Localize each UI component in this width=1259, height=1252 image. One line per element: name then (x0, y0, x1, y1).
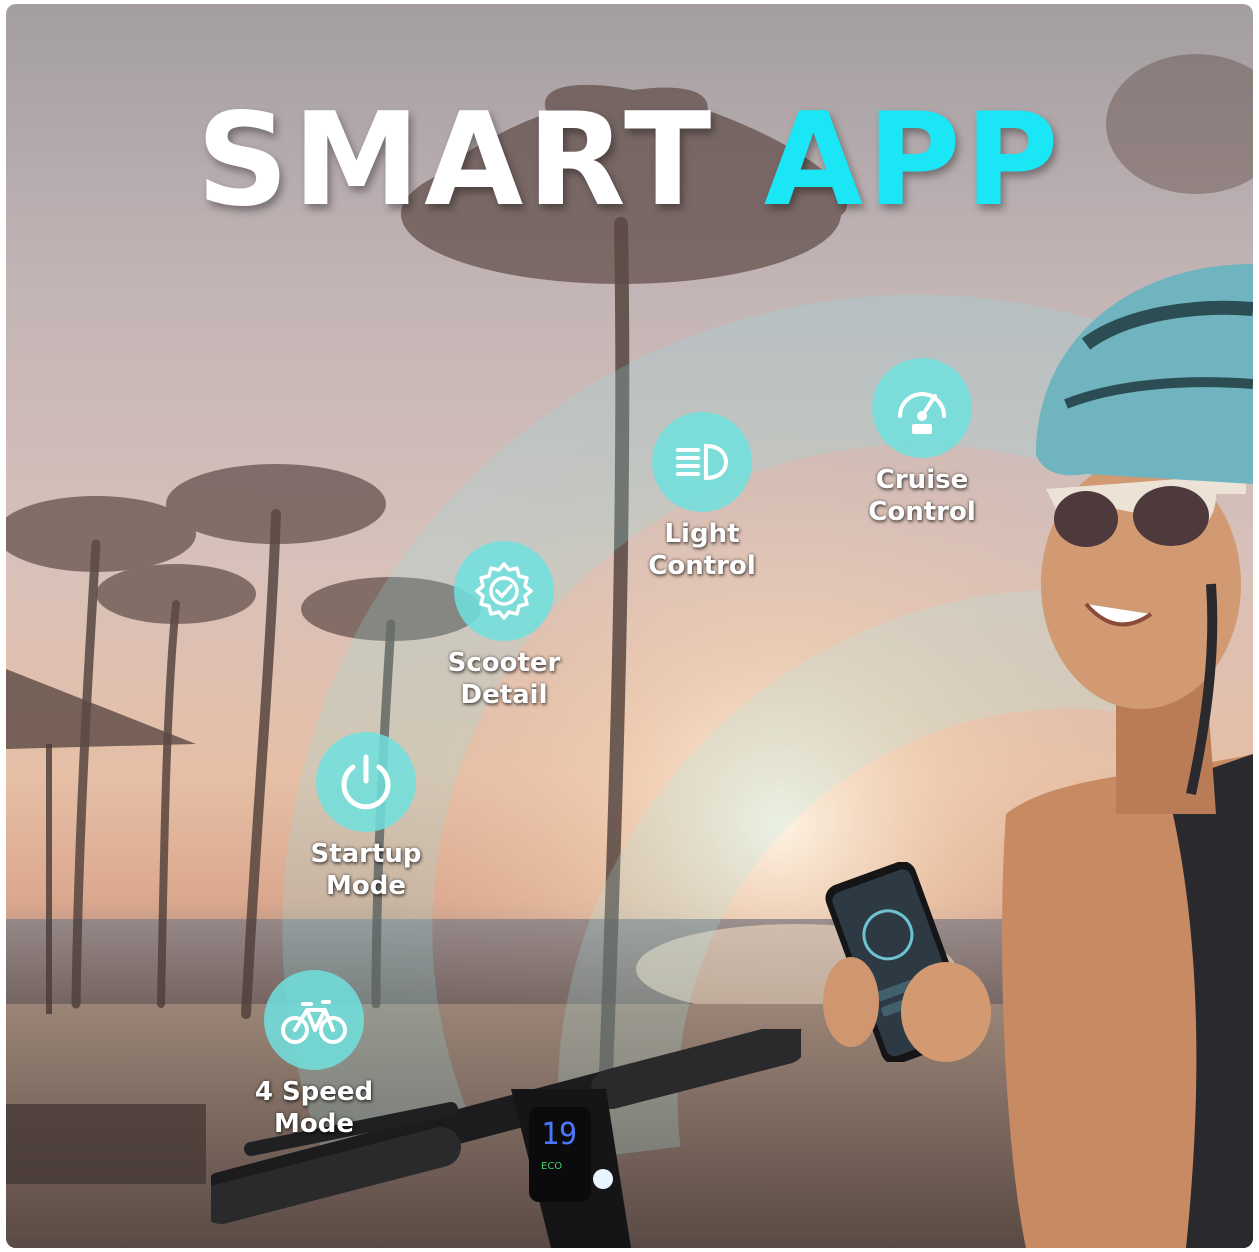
smartphone-with-app (823, 862, 991, 1062)
feature-label: Startup Mode (310, 839, 422, 901)
scooter-speed-readout: 19 (541, 1117, 577, 1152)
feature-label: Light Control (648, 519, 756, 581)
feature-scooter-detail: Scooter Detail (414, 541, 594, 711)
feature-cruise-control: Cruise Control (832, 358, 1012, 528)
headlight-icon (652, 412, 752, 512)
feature-label: Cruise Control (868, 465, 976, 527)
headline: SMART APP (6, 86, 1253, 236)
headline-word-app: APP (763, 86, 1063, 235)
scooter-mode-readout: ECO (541, 1161, 562, 1172)
feature-light-control: Light Control (612, 412, 792, 582)
feature-label: 4 Speed Mode (254, 1077, 374, 1139)
speedometer-icon (872, 358, 972, 458)
power-icon (316, 732, 416, 832)
hero-banner: 19 ECO SMART APP Cruise Control Light Co… (6, 4, 1253, 1248)
feature-label: Scooter Detail (447, 648, 561, 710)
scooter-power-button (593, 1169, 613, 1189)
headline-word-smart: SMART (196, 86, 716, 235)
gear-check-icon (454, 541, 554, 641)
feature-4-speed-mode: 4 Speed Mode (224, 970, 404, 1140)
bicycle-icon (264, 970, 364, 1070)
feature-startup-mode: Startup Mode (276, 732, 456, 902)
